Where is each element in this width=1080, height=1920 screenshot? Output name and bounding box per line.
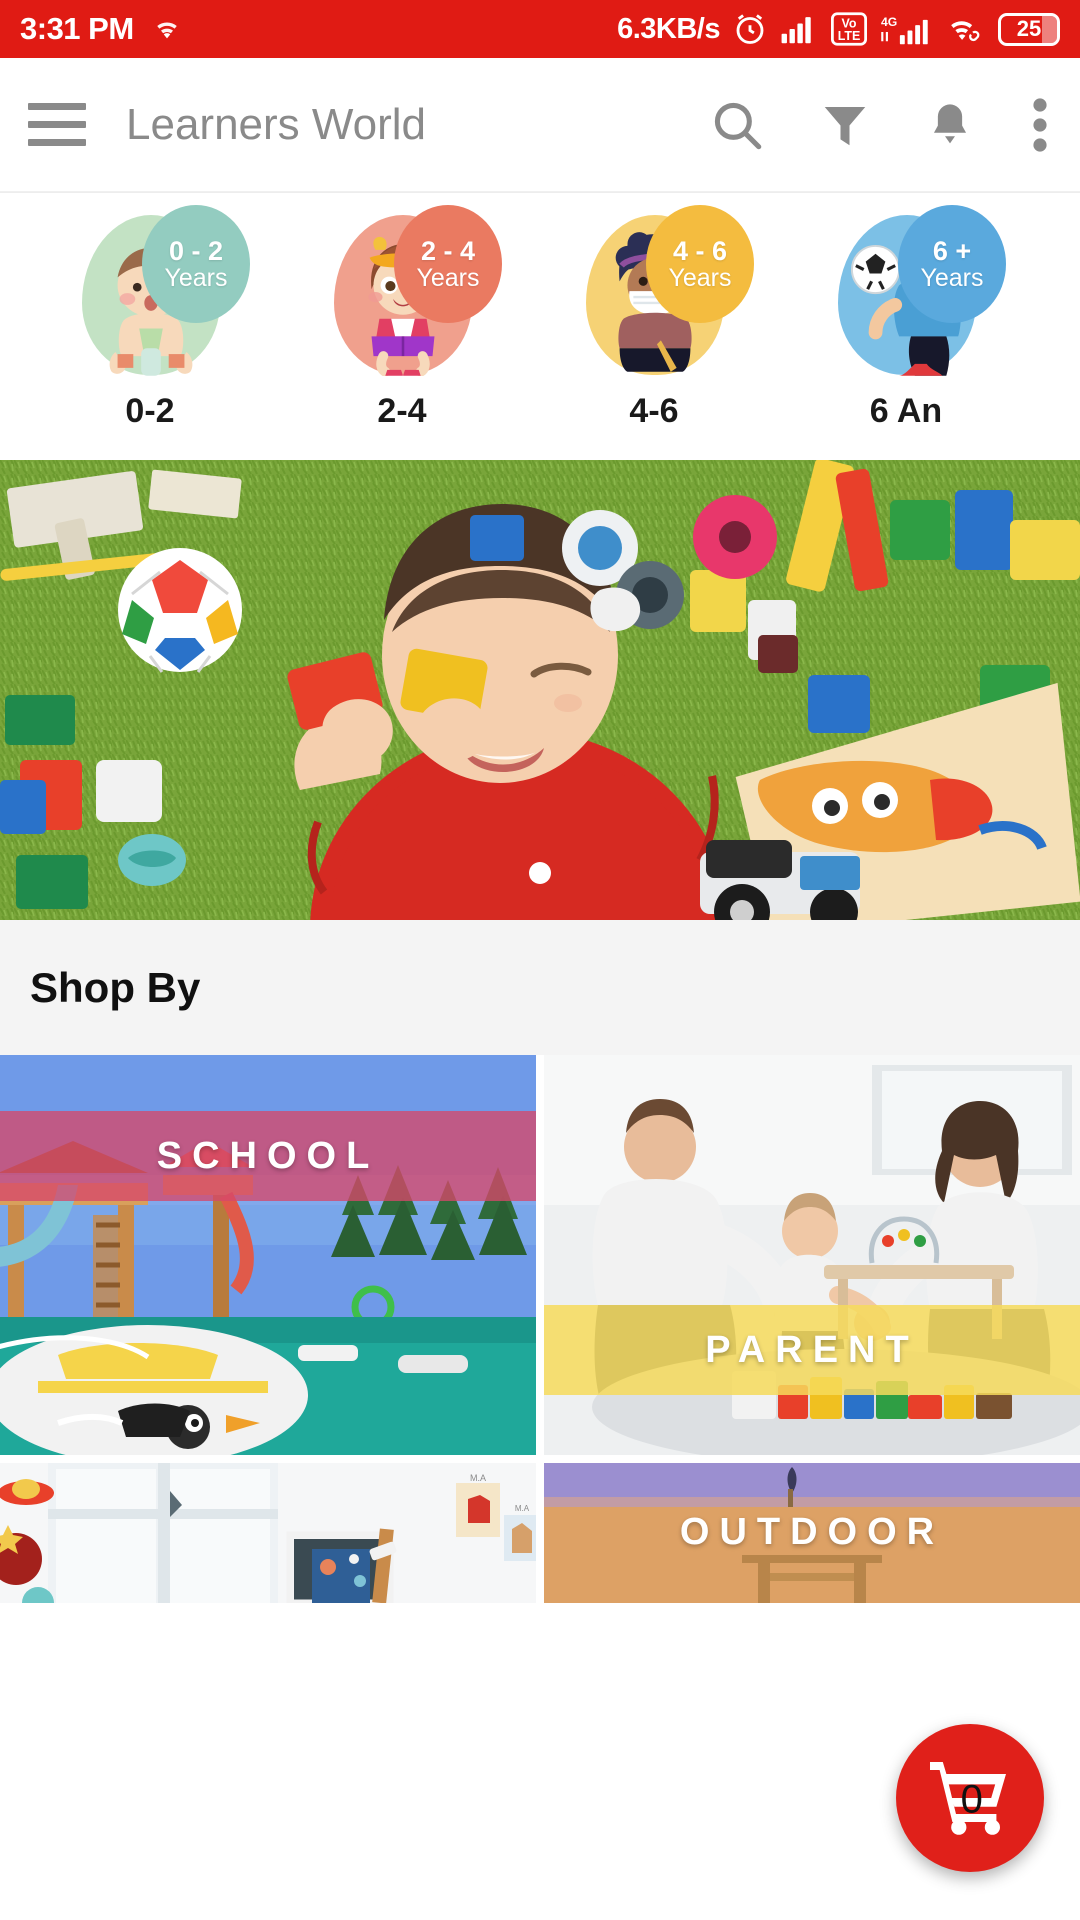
svg-text:LTE: LTE	[838, 29, 861, 43]
shop-category-band: OUTDOOR	[544, 1487, 1080, 1577]
shop-category-card[interactable]: M.A M.A	[0, 1463, 536, 1603]
age-category-label: 6 An	[869, 392, 943, 430]
more-vertical-icon[interactable]	[1028, 97, 1052, 153]
signal-bars-icon	[780, 14, 818, 44]
bell-icon[interactable]	[924, 98, 976, 152]
page-title: Learners World	[126, 99, 426, 149]
shop-category-card[interactable]: PARENT	[544, 1055, 1080, 1455]
age-category-strip[interactable]: 0 - 2 Years 0-2 2 - 4 Years 2-4 4 - 6 Ye…	[0, 192, 1080, 452]
volte-icon: Vo LTE	[830, 11, 868, 47]
age-category-item[interactable]: 6 + Years 6 An	[780, 193, 1032, 431]
alarm-icon	[732, 11, 768, 47]
shop-category-band: SCHOOL	[0, 1111, 536, 1201]
app-bar-actions	[708, 96, 1052, 154]
svg-text:M.A: M.A	[515, 1504, 530, 1513]
parent-card-image	[544, 1055, 1080, 1455]
hamburger-menu-icon[interactable]	[28, 103, 86, 146]
age-category-item[interactable]: 0 - 2 Years 0-2	[24, 193, 276, 431]
age-badge-unit: Years	[416, 264, 480, 293]
wifi-icon	[150, 14, 184, 44]
svg-text:M.A: M.A	[470, 1473, 486, 1483]
status-bar-right: 6.3KB/s Vo LTE 4G 25	[617, 11, 1060, 47]
svg-text:4G: 4G	[881, 15, 897, 29]
shop-category-grid: SCHOOL PARENT M.A M.A OUTDOOR	[0, 1055, 1080, 1603]
age-badge-range: 2 - 4	[420, 235, 476, 266]
age-category-art: 2 - 4 Years	[276, 193, 528, 378]
network-speed: 6.3KB/s	[617, 12, 720, 45]
kidsroom-card-image: M.A M.A	[0, 1463, 536, 1603]
shop-category-card[interactable]: OUTDOOR	[544, 1463, 1080, 1603]
battery-indicator: 25	[998, 12, 1060, 46]
shop-category-label: SCHOOL	[156, 1134, 380, 1177]
age-badge-unit: Years	[164, 264, 228, 293]
age-category-item[interactable]: 4 - 6 Years 4-6	[528, 193, 780, 431]
age-category-art: 0 - 2 Years	[24, 193, 276, 378]
battery-level: 25	[1016, 16, 1042, 41]
hero-banner-image	[0, 460, 1080, 920]
age-badge: 0 - 2 Years	[142, 205, 250, 323]
shop-category-band: PARENT	[544, 1305, 1080, 1395]
age-category-label: 4-6	[629, 392, 679, 430]
status-bar-left: 3:31 PM	[20, 11, 184, 47]
cart-item-count: 0	[960, 1777, 983, 1822]
age-badge: 6 + Years	[898, 205, 1006, 323]
shop-category-label: OUTDOOR	[679, 1510, 945, 1553]
shop-category-card[interactable]: SCHOOL	[0, 1055, 536, 1455]
wifi-linked-icon	[944, 13, 986, 45]
status-time: 3:31 PM	[20, 11, 134, 46]
app-bar: Learners World	[0, 58, 1080, 192]
age-category-label: 2-4	[377, 392, 427, 430]
age-category-art: 4 - 6 Years	[528, 193, 780, 378]
age-category-item[interactable]: 2 - 4 Years 2-4	[276, 193, 528, 431]
shop-by-title: Shop By	[30, 963, 201, 1011]
age-badge-range: 0 - 2	[168, 235, 224, 266]
data-4g-icon: 4G	[880, 13, 932, 45]
age-badge-unit: Years	[920, 264, 984, 293]
age-badge: 4 - 6 Years	[646, 205, 754, 323]
age-badge-range: 6 +	[932, 235, 972, 266]
banner-page-indicator[interactable]	[529, 862, 551, 884]
age-badge-range: 4 - 6	[672, 235, 728, 266]
shop-by-section-header: Shop By	[0, 920, 1080, 1055]
age-category-label: 0-2	[125, 392, 175, 430]
hero-banner[interactable]	[0, 460, 1080, 920]
status-bar: 3:31 PM 6.3KB/s Vo LTE 4G 25	[0, 0, 1080, 58]
app-screen: 3:31 PM 6.3KB/s Vo LTE 4G 25 Learners Wo…	[0, 0, 1080, 1920]
filter-icon[interactable]	[818, 98, 872, 152]
age-category-art: 6 + Years	[780, 193, 1032, 378]
shop-category-label: PARENT	[705, 1328, 919, 1371]
age-badge: 2 - 4 Years	[394, 205, 502, 323]
cart-fab-button[interactable]: 0	[896, 1724, 1044, 1872]
age-badge-unit: Years	[668, 264, 732, 293]
search-icon[interactable]	[708, 96, 766, 154]
